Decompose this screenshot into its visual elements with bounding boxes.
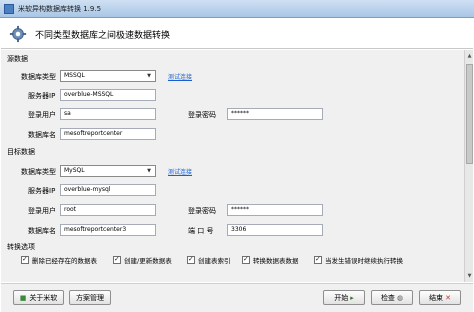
- target-password-input[interactable]: ******: [227, 204, 323, 216]
- option-label: 转换数据表数据: [253, 257, 299, 265]
- source-server-label: 服务器IP: [28, 92, 56, 100]
- target-test-connection-link[interactable]: 测试连接: [168, 167, 192, 176]
- options-row: ✓ 删除已经存在的数据表 ✓ 创建/更新数据表 ✓ 创建表索引 ✓ 转换数据表数…: [1, 254, 464, 268]
- checkbox[interactable]: ✓: [187, 255, 195, 264]
- source-db-type-label: 数据库类型: [21, 73, 56, 81]
- source-password-label: 登录密码: [188, 111, 216, 119]
- target-dbname-input[interactable]: mesoftreportcenter3: [60, 224, 156, 236]
- checkbox[interactable]: ✓: [314, 255, 322, 264]
- title-bar: 米软异构数据库转换 1.9.5: [0, 0, 474, 18]
- checkmark-icon: ✓: [22, 255, 28, 263]
- checkmark-icon: ✓: [315, 255, 321, 263]
- exit-button[interactable]: 结束 ✕: [419, 290, 461, 305]
- check-button[interactable]: 检查 ◍: [371, 290, 413, 305]
- about-button-label: 关于米软: [29, 293, 58, 302]
- source-test-connection-link[interactable]: 测试连接: [168, 72, 192, 81]
- check-button-label: 检查: [380, 293, 395, 302]
- source-group-label: 源数据: [7, 55, 28, 63]
- source-dbname-input[interactable]: mesoftreportcenter: [60, 128, 156, 140]
- checkmark-icon: ✓: [188, 255, 194, 263]
- target-user-label: 登录用户: [28, 207, 56, 215]
- chevron-down-icon: ▼: [147, 168, 151, 174]
- source-server-input[interactable]: overblue-MSSQL: [60, 89, 156, 101]
- target-port-input[interactable]: 3306: [227, 224, 323, 236]
- about-button[interactable]: ■ 关于米软: [13, 290, 64, 305]
- source-user-label: 登录用户: [28, 111, 56, 119]
- target-db-type-value: MySQL: [64, 167, 85, 174]
- start-button[interactable]: 开始 ▸: [323, 290, 365, 305]
- target-db-type-select[interactable]: MySQL ▼: [60, 165, 156, 177]
- play-icon: ▸: [350, 293, 354, 302]
- source-user-input[interactable]: sa: [60, 108, 156, 120]
- option-label: 删除已经存在的数据表: [32, 257, 97, 265]
- options-group-label: 转换选项: [7, 243, 35, 251]
- target-server-label: 服务器IP: [28, 187, 56, 195]
- checkmark-icon: ✓: [114, 255, 120, 263]
- checkbox[interactable]: ✓: [242, 255, 250, 264]
- option-convert-data[interactable]: ✓ 转换数据表数据: [242, 254, 299, 266]
- close-icon: ✕: [445, 293, 451, 302]
- scheme-management-button[interactable]: 方案管理: [69, 290, 111, 305]
- source-dbname-label: 数据库名: [28, 131, 56, 139]
- chevron-down-icon: ▼: [147, 73, 151, 79]
- target-group-label: 目标数据: [7, 148, 35, 156]
- target-db-type-label: 数据库类型: [21, 168, 56, 176]
- option-create-update-tables[interactable]: ✓ 创建/更新数据表: [113, 254, 172, 266]
- target-user-input[interactable]: root: [60, 204, 156, 216]
- app-icon: [4, 4, 14, 14]
- exit-button-label: 结束: [429, 293, 444, 302]
- scheme-button-label: 方案管理: [76, 293, 104, 302]
- option-label: 当发生错误时继续执行转换: [325, 257, 403, 265]
- source-password-input[interactable]: ******: [227, 108, 323, 120]
- vertical-scrollbar[interactable]: ▲ ▼: [464, 50, 473, 282]
- target-server-input[interactable]: overblue-mysql: [60, 184, 156, 196]
- checkbox[interactable]: ✓: [21, 255, 29, 264]
- option-label: 创建/更新数据表: [124, 257, 172, 265]
- window-title: 米软异构数据库转换 1.9.5: [18, 5, 102, 13]
- start-button-label: 开始: [334, 293, 349, 302]
- source-db-type-value: MSSQL: [64, 72, 85, 79]
- target-password-label: 登录密码: [188, 207, 216, 215]
- main-content: 源数据 数据库类型 MSSQL ▼ 测试连接 服务器IP overblue-MS…: [1, 50, 464, 282]
- target-dbname-label: 数据库名: [28, 227, 56, 235]
- info-icon: ■: [19, 293, 27, 302]
- header-banner: 不同类型数据库之间极速数据转换: [1, 19, 473, 49]
- target-port-label: 端 口 号: [188, 227, 214, 235]
- checkbox[interactable]: ✓: [113, 255, 121, 264]
- scroll-down-icon[interactable]: ▼: [466, 272, 473, 280]
- source-db-type-select[interactable]: MSSQL ▼: [60, 70, 156, 82]
- option-label: 创建表索引: [198, 257, 231, 265]
- scroll-thumb[interactable]: [466, 64, 473, 164]
- option-create-indexes[interactable]: ✓ 创建表索引: [187, 254, 231, 266]
- scroll-up-icon[interactable]: ▲: [466, 52, 473, 60]
- header-title: 不同类型数据库之间极速数据转换: [35, 31, 171, 41]
- search-icon: ◍: [396, 293, 404, 302]
- gear-icon: [9, 25, 27, 43]
- option-continue-on-error[interactable]: ✓ 当发生错误时继续执行转换: [314, 254, 403, 266]
- footer-bar: ■ 关于米软 方案管理 开始 ▸ 检查 ◍ 结束 ✕: [1, 283, 473, 312]
- checkmark-icon: ✓: [243, 255, 249, 263]
- option-drop-existing-tables[interactable]: ✓ 删除已经存在的数据表: [21, 254, 97, 266]
